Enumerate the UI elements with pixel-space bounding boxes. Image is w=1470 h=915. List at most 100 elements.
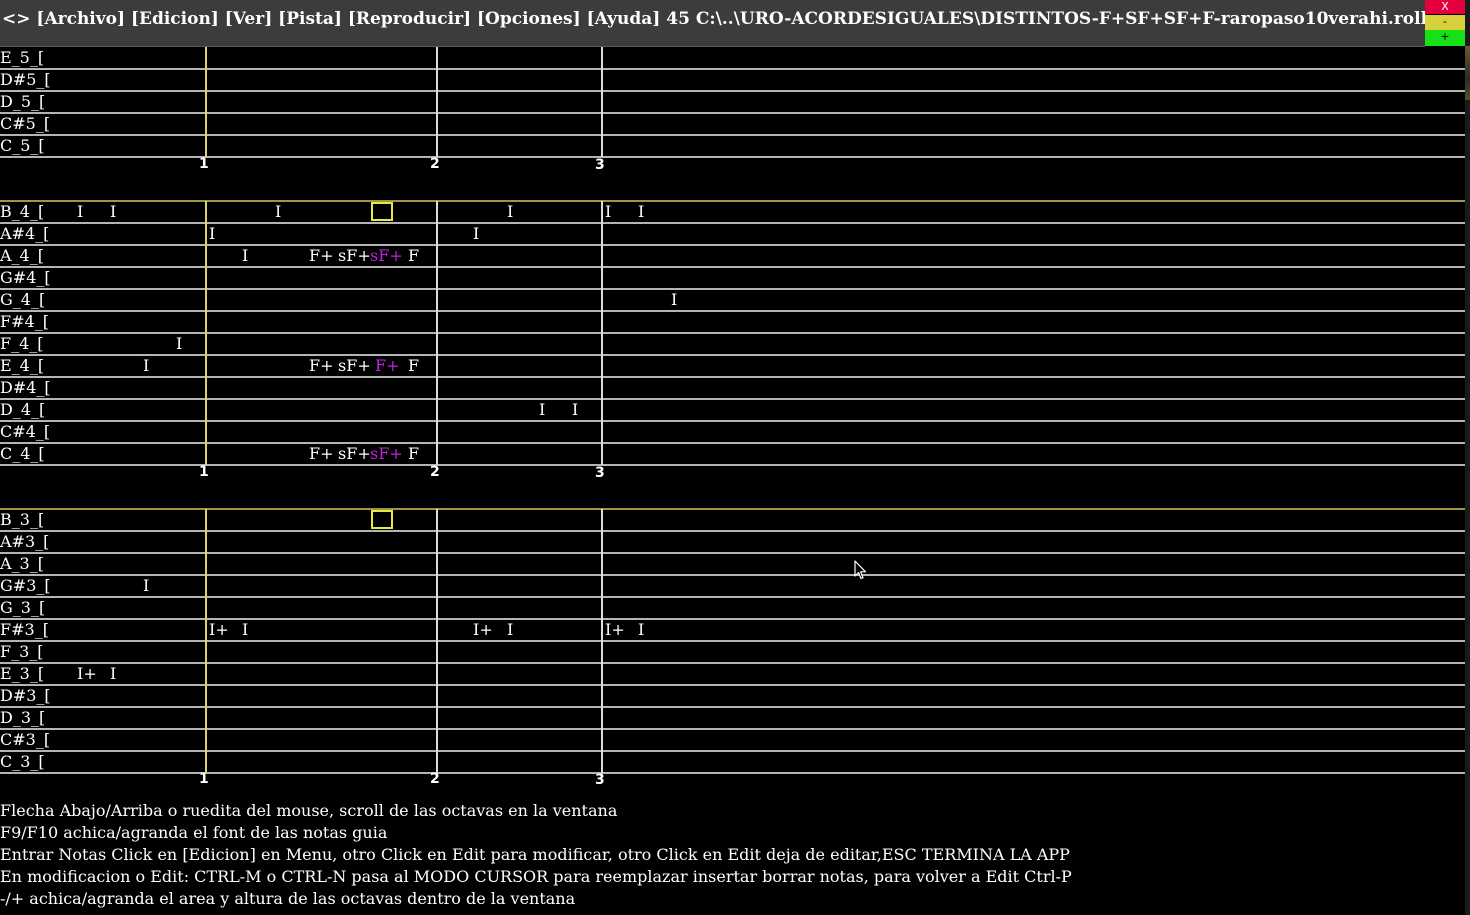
staff-line xyxy=(0,266,1465,268)
row-label: C_4_[ xyxy=(0,444,45,463)
note[interactable]: I xyxy=(605,201,611,223)
note[interactable]: I xyxy=(275,201,281,223)
note[interactable]: I xyxy=(507,619,513,641)
staff-line xyxy=(0,332,1465,334)
beat-number: 1 xyxy=(199,464,209,480)
note[interactable]: I+ xyxy=(77,663,97,685)
measure-line-2 xyxy=(436,201,438,465)
octave-top-border xyxy=(0,508,1465,510)
measure-line-1 xyxy=(205,201,207,465)
beat-number: 3 xyxy=(595,465,605,481)
staff-line xyxy=(0,288,1465,290)
row-label: D_3_[ xyxy=(0,708,46,727)
chord-note-highlighted[interactable]: F+ xyxy=(375,355,400,377)
staff-line xyxy=(0,68,1465,70)
note[interactable]: I xyxy=(242,619,248,641)
measure-line-2 xyxy=(436,47,438,157)
beat-number: 3 xyxy=(595,772,605,788)
row-label: D#4_[ xyxy=(0,378,51,397)
octave-top-border xyxy=(0,200,1465,202)
staff-line xyxy=(0,574,1465,576)
row-label: D#5_[ xyxy=(0,70,51,89)
staff-line xyxy=(0,112,1465,114)
note[interactable]: I xyxy=(143,355,149,377)
note[interactable]: I+ xyxy=(605,619,625,641)
row-label: B_4_[ xyxy=(0,202,45,221)
row-label: G#3_[ xyxy=(0,576,51,595)
note[interactable]: I+ xyxy=(209,619,229,641)
help-line: F9/F10 achica/agranda el font de las not… xyxy=(0,823,388,842)
note[interactable]: I xyxy=(638,201,644,223)
note[interactable]: I xyxy=(638,619,644,641)
staff-line xyxy=(0,662,1465,664)
mouse-pointer-icon xyxy=(854,560,867,580)
note[interactable]: I xyxy=(507,201,513,223)
row-label: A_4_[ xyxy=(0,246,44,265)
note[interactable]: I xyxy=(209,223,215,245)
note[interactable]: I xyxy=(572,399,578,421)
chord-note[interactable]: sF+ xyxy=(338,443,371,465)
beat-number: 2 xyxy=(430,464,440,480)
staff-line xyxy=(0,222,1465,224)
row-label: C#5_[ xyxy=(0,114,51,133)
note[interactable]: I xyxy=(176,333,182,355)
staff-line xyxy=(0,772,1465,774)
note[interactable]: I xyxy=(671,289,677,311)
background-strip xyxy=(1465,46,1470,100)
row-label: F_4_[ xyxy=(0,334,44,353)
note-cursor[interactable] xyxy=(371,202,393,221)
note[interactable]: I xyxy=(77,201,83,223)
note[interactable]: I xyxy=(110,201,116,223)
measure-line-1 xyxy=(205,47,207,157)
chord-note[interactable]: F+ xyxy=(309,355,334,377)
close-button[interactable]: X xyxy=(1425,0,1465,14)
staff-line xyxy=(0,376,1465,378)
beat-number: 1 xyxy=(199,156,209,172)
window-edge xyxy=(1465,0,1470,915)
title-menu-text[interactable]: <> [Archivo] [Edicion] [Ver] [Pista] [Re… xyxy=(2,9,1427,29)
staff-line xyxy=(0,90,1465,92)
note[interactable]: I xyxy=(539,399,545,421)
measure-line-3 xyxy=(601,47,603,157)
chord-note[interactable]: F xyxy=(408,245,419,267)
chord-note-highlighted[interactable]: sF+ xyxy=(370,443,403,465)
measure-line-2 xyxy=(436,509,438,773)
chord-note[interactable]: F xyxy=(408,355,419,377)
note[interactable]: I xyxy=(473,223,479,245)
staff-line xyxy=(0,706,1465,708)
help-line: En modificacion o Edit: CTRL-M o CTRL-N … xyxy=(0,867,1072,886)
row-label: A_3_[ xyxy=(0,554,44,573)
chord-note[interactable]: sF+ xyxy=(338,355,371,377)
row-label: C#4_[ xyxy=(0,422,51,441)
chord-note[interactable]: F+ xyxy=(309,443,334,465)
staff-line xyxy=(0,552,1465,554)
note[interactable]: I xyxy=(242,245,248,267)
staff-line xyxy=(0,728,1465,730)
note[interactable]: I xyxy=(143,575,149,597)
row-label: E_4_[ xyxy=(0,356,45,375)
staff-line xyxy=(0,244,1465,246)
row-label: E_5_[ xyxy=(0,48,45,67)
chord-note[interactable]: F+ xyxy=(309,245,334,267)
chord-note[interactable]: sF+ xyxy=(338,245,371,267)
beat-number: 3 xyxy=(595,157,605,173)
row-label: C_3_[ xyxy=(0,752,45,771)
measure-line-1 xyxy=(205,509,207,773)
note[interactable]: I xyxy=(110,663,116,685)
measure-line-3 xyxy=(601,509,603,773)
maximize-button[interactable]: + xyxy=(1425,30,1465,46)
chord-note[interactable]: F xyxy=(408,443,419,465)
row-label: D#3_[ xyxy=(0,686,51,705)
beat-number: 2 xyxy=(430,771,440,787)
row-label: G#4_[ xyxy=(0,268,51,287)
staff-line xyxy=(0,530,1465,532)
beat-number: 2 xyxy=(430,156,440,172)
staff-line xyxy=(0,398,1465,400)
help-line: Entrar Notas Click en [Edicion] en Menu,… xyxy=(0,845,1070,864)
note[interactable]: I+ xyxy=(473,619,493,641)
note-cursor[interactable] xyxy=(371,510,393,529)
row-label: F#3_[ xyxy=(0,620,49,639)
row-label: G_3_[ xyxy=(0,598,46,617)
chord-note-highlighted[interactable]: sF+ xyxy=(370,245,403,267)
minimize-button[interactable]: - xyxy=(1425,15,1465,30)
